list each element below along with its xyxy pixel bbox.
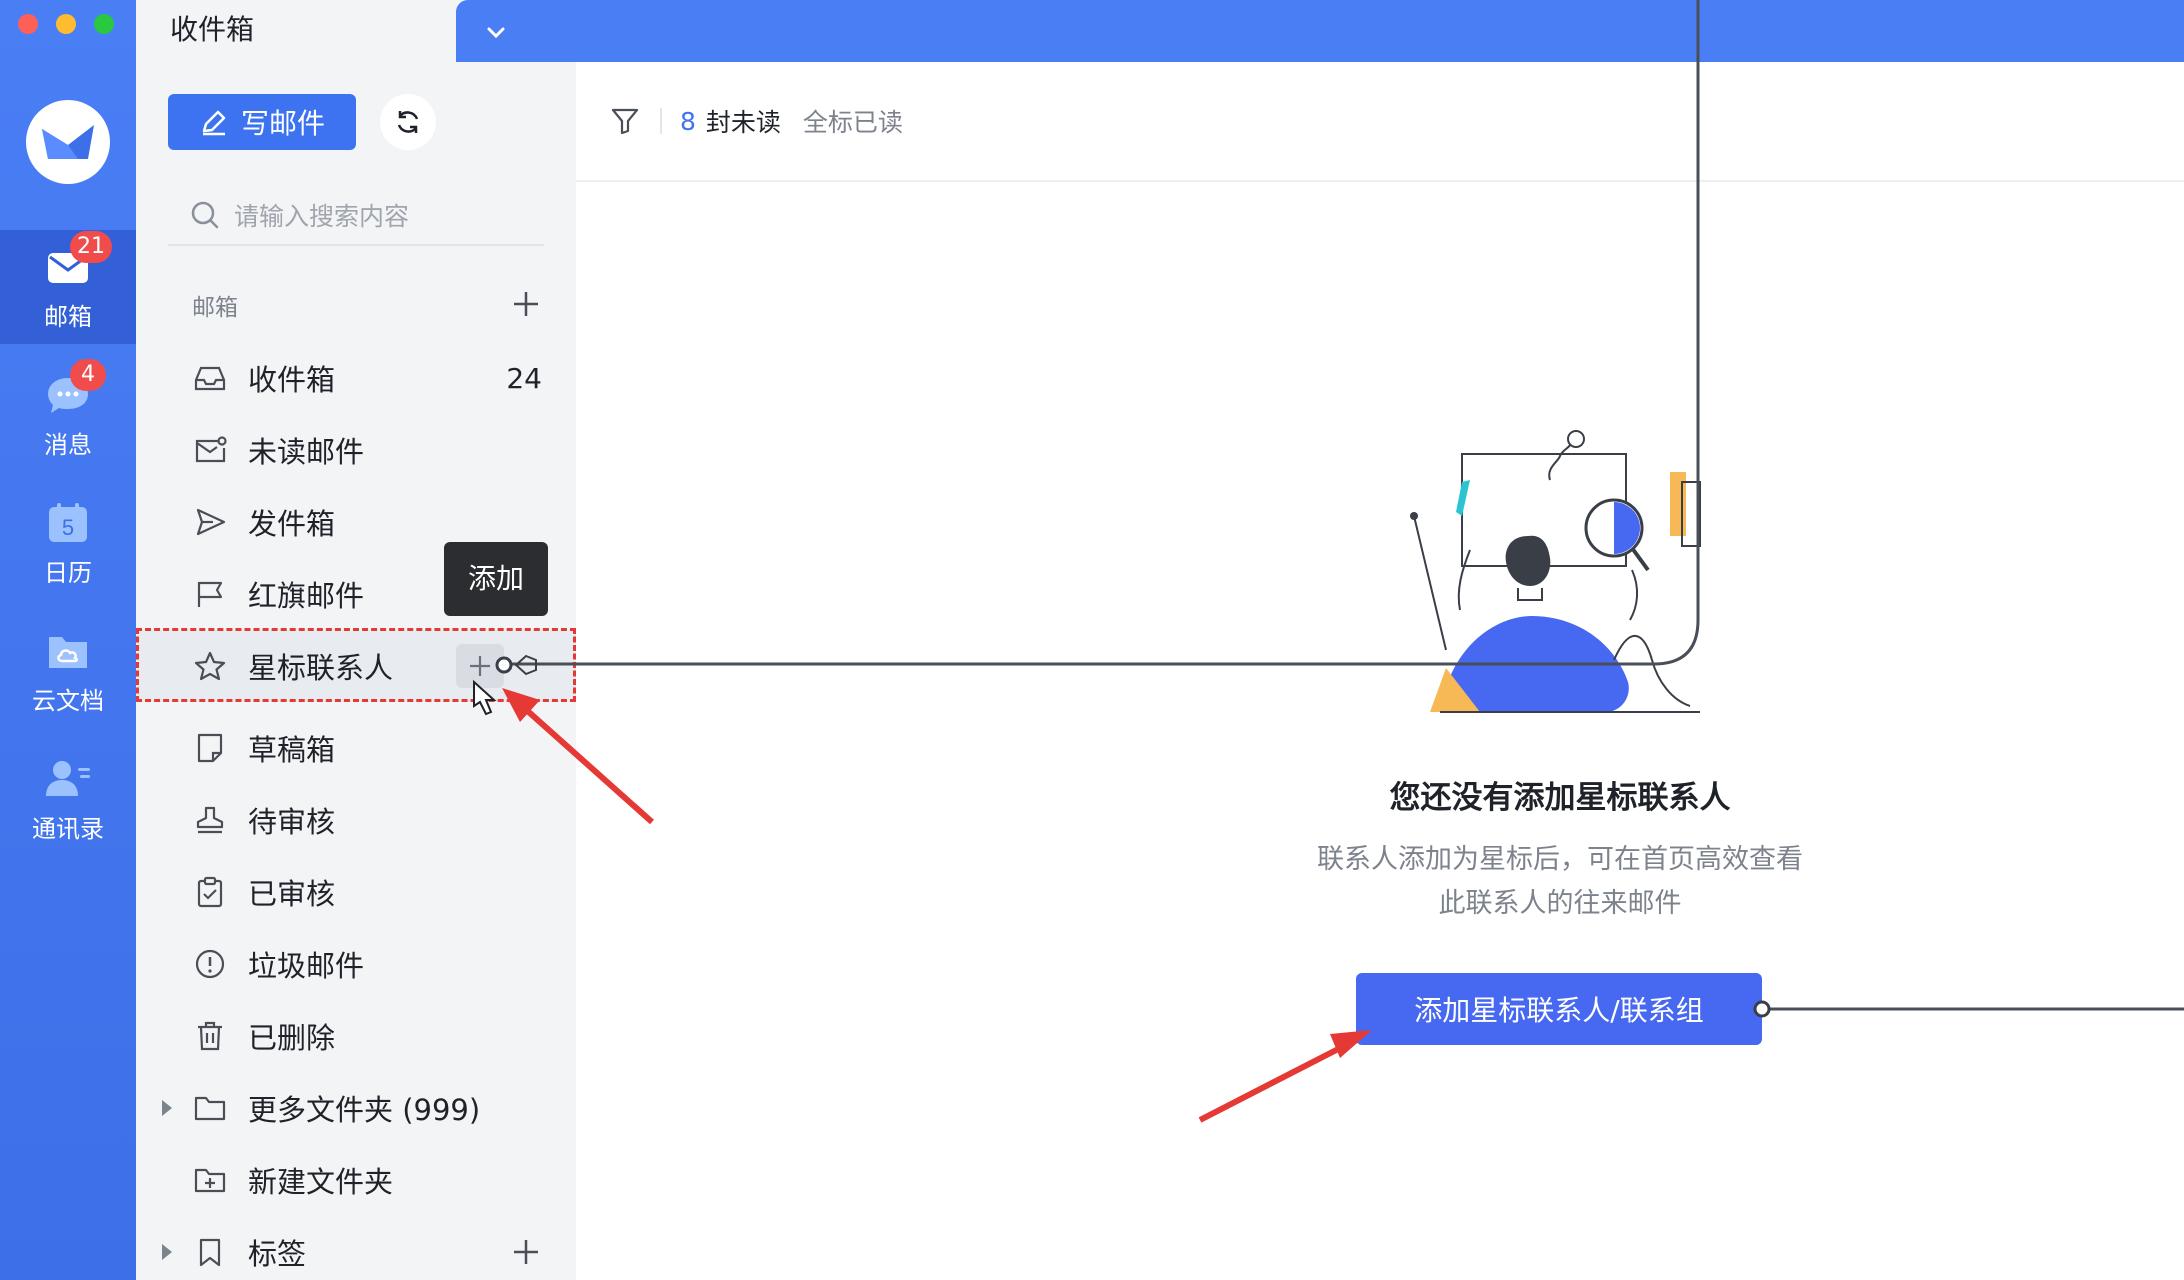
flag-icon [192,576,228,612]
expand-triangle-icon[interactable] [162,1244,172,1260]
top-bar [456,0,2184,62]
app-rail: 21 邮箱 4 消息 5 日历 云文档 通讯录 [0,0,136,1280]
divider [660,108,662,134]
folder-label: 新建文件夹 [248,1165,394,1199]
rail-item-label: 消息 [44,430,92,459]
window-close-button[interactable] [18,14,38,34]
rail-item-cloud-docs[interactable]: 云文档 [0,614,136,728]
folder-reviewed[interactable]: 已审核 [136,856,576,928]
contacts-icon [42,755,94,803]
chevron-down-icon[interactable] [478,14,514,50]
filter-bar: 8 封未读 全标已读 [576,62,2184,182]
unread-mail-icon [192,432,228,468]
folder-label: 已审核 [248,877,336,911]
mark-all-read-link[interactable]: 全标已读 [803,103,903,139]
window-zoom-button[interactable] [94,14,114,34]
unread-label: 封未读 [705,108,781,137]
clipboard-check-icon [192,874,228,910]
add-tag-icon[interactable] [510,1236,542,1268]
send-icon [192,504,228,540]
inbox-icon [192,360,228,396]
mail-icon: 21 [42,230,112,291]
new-folder-icon [192,1162,228,1198]
empty-title: 您还没有添加星标联系人 [1389,780,1731,816]
search-placeholder: 请输入搜索内容 [234,202,410,231]
empty-desc-line-2: 此联系人的往来邮件 [1438,888,1682,919]
compose-label: 写邮件 [240,107,325,140]
stamp-icon [192,802,228,838]
rail-item-label: 邮箱 [44,302,92,331]
folder-label: 收件箱 [248,363,336,397]
messages-badge: 4 [70,358,106,391]
refresh-icon [397,111,419,133]
add-starred-contact-group-button[interactable]: 添加星标联系人/联系组 [1356,973,1762,1045]
filter-icon[interactable] [610,106,640,136]
folder-count: 24 [506,361,542,395]
compose-button[interactable]: 写邮件 [168,94,356,150]
folder-label: 红旗邮件 [248,579,365,613]
unread-count: 8 [680,106,696,136]
mail-badge: 21 [70,230,112,263]
rail-item-calendar[interactable]: 5 日历 [0,486,136,600]
chat-icon: 4 [42,358,106,419]
folder-label: 垃圾邮件 [248,949,365,983]
rail-item-label: 通讯录 [32,814,104,843]
rail-item-mail[interactable]: 21 邮箱 [0,230,136,344]
empty-illustration [1410,430,1701,713]
folder-icon [192,1090,228,1126]
rail-item-messages[interactable]: 4 消息 [0,358,136,472]
folder-label: 待审核 [248,805,336,839]
trash-icon [192,1018,228,1054]
cloud-doc-icon [42,627,94,675]
rail-item-contacts[interactable]: 通讯录 [0,742,136,856]
rail-item-label: 日历 [44,558,92,587]
folder-spam[interactable]: 垃圾邮件 [136,928,576,1000]
folder-label: 未读邮件 [248,435,365,469]
folder-inbox[interactable]: 收件箱 24 [136,342,576,414]
tooltip: 添加 [444,542,548,616]
empty-description: 联系人添加为星标后，可在首页高效查看 此联系人的往来邮件 [1260,838,1860,926]
folder-label: 标签 [248,1237,307,1271]
app-logo [26,100,110,184]
red-arrow-line [1198,1041,1350,1123]
calendar-day: 5 [62,515,74,540]
expand-triangle-icon[interactable] [162,1100,172,1116]
folder-more[interactable]: 更多文件夹 (999) [136,1072,576,1144]
spam-icon [192,946,228,982]
section-label-mailbox: 邮箱 [192,295,238,321]
refresh-button[interactable] [380,94,436,150]
rail-item-label: 云文档 [32,686,104,715]
folder-label: 草稿箱 [248,733,336,767]
folder-label: 发件箱 [248,507,336,541]
search-icon [191,201,219,229]
folder-tags[interactable]: 标签 [136,1216,576,1280]
tab-inbox[interactable]: 收件箱 [136,0,456,62]
empty-desc-line-1: 联系人添加为星标后，可在首页高效查看 [1317,844,1803,875]
tag-icon [192,1234,228,1270]
folder-deleted[interactable]: 已删除 [136,1000,576,1072]
window-minimize-button[interactable] [56,14,76,34]
folder-drafts[interactable]: 草稿箱 [136,712,576,784]
calendar-icon: 5 [42,499,94,547]
edit-icon [202,110,226,136]
folder-label: 已删除 [248,1021,336,1055]
folder-new[interactable]: 新建文件夹 [136,1144,576,1216]
search-input[interactable]: 请输入搜索内容 [168,186,544,246]
folder-label: 更多文件夹 (999) [248,1093,481,1127]
draft-icon [192,730,228,766]
folder-unread[interactable]: 未读邮件 [136,414,576,486]
folder-pending-review[interactable]: 待审核 [136,784,576,856]
add-mailbox-icon[interactable] [510,288,542,320]
highlight-box [136,628,576,702]
